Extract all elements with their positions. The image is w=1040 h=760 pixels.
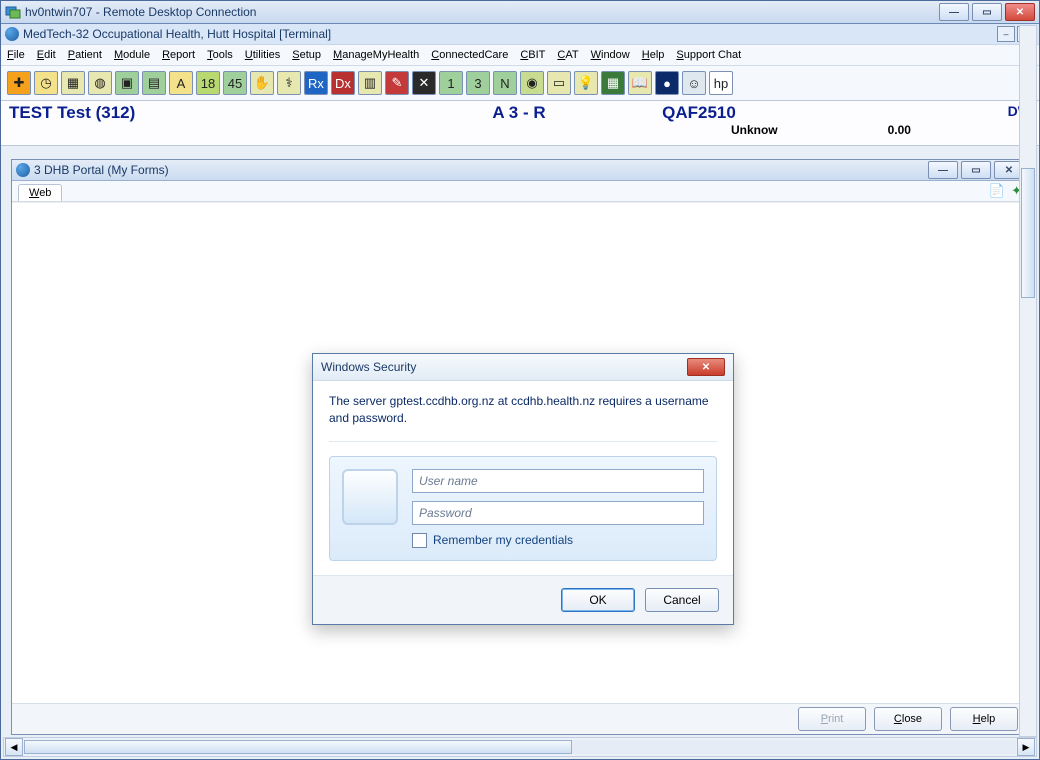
- menu-module[interactable]: Module: [114, 49, 150, 61]
- portal-footer: Print Close Help: [12, 703, 1028, 734]
- menu-tools[interactable]: Tools: [207, 49, 233, 61]
- app-title-text: MedTech-32 Occupational Health, Hutt Hos…: [23, 27, 995, 41]
- menu-edit[interactable]: Edit: [37, 49, 56, 61]
- toolbar: ✚◷▦◍▣▤A1845✋⚕RxDx▥✎✕13N◉▭💡▦📖●☺hp: [1, 66, 1039, 101]
- menubar: File Edit Patient Module Report Tools Utilitie…: [1, 45, 1039, 66]
- book-icon[interactable]: 📖: [628, 71, 652, 95]
- hp-icon[interactable]: hp: [709, 71, 733, 95]
- dialog-close-button[interactable]: ✕: [687, 358, 725, 376]
- dx-icon[interactable]: Dx: [331, 71, 355, 95]
- remember-label: Remember my credentials: [433, 533, 573, 547]
- dialog-body: The server gptest.ccdhb.org.nz at ccdhb.…: [313, 381, 733, 561]
- username-input[interactable]: User name: [412, 469, 704, 493]
- vertical-scrollbar[interactable]: [1019, 25, 1037, 737]
- pencil-icon[interactable]: ✎: [385, 71, 409, 95]
- portal-title-text: 3 DHB Portal (My Forms): [34, 163, 928, 177]
- password-input[interactable]: Password: [412, 501, 704, 525]
- banner-unknown: Unknow: [731, 123, 778, 137]
- portal-tabbar: Web 📄 ✦: [12, 181, 1028, 202]
- portal-maximize-button[interactable]: ▭: [961, 161, 991, 179]
- avatar-icon: [342, 469, 398, 525]
- app-titlebar: MedTech-32 Occupational Health, Hutt Hos…: [1, 24, 1039, 45]
- calc-icon[interactable]: ▦: [601, 71, 625, 95]
- menu-setup[interactable]: Setup: [292, 49, 321, 61]
- menu-utilities[interactable]: Utilities: [245, 49, 280, 61]
- tab-web[interactable]: Web: [18, 184, 62, 201]
- footer-close-button[interactable]: Close: [874, 707, 942, 731]
- clock-icon[interactable]: ◷: [34, 71, 58, 95]
- menu-connectedcare[interactable]: ConnectedCare: [431, 49, 508, 61]
- fortyfive-icon[interactable]: 45: [223, 71, 247, 95]
- three-icon[interactable]: 3: [466, 71, 490, 95]
- scroll-right-icon[interactable]: ▶: [1017, 738, 1035, 756]
- menu-cbit[interactable]: CBIT: [520, 49, 545, 61]
- rdc-icon: [5, 4, 21, 20]
- print-button[interactable]: Print: [798, 707, 866, 731]
- portal-subwindow: 3 DHB Portal (My Forms) — ▭ ✕ Web 📄 ✦ Wi…: [11, 159, 1029, 735]
- chart-icon[interactable]: ▥: [358, 71, 382, 95]
- rdc-title-text: hv0ntwin707 - Remote Desktop Connection: [25, 5, 939, 19]
- minimize-button[interactable]: —: [939, 3, 969, 21]
- folder1-icon[interactable]: ▣: [115, 71, 139, 95]
- app-icon: [5, 27, 19, 41]
- rdc-window: hv0ntwin707 - Remote Desktop Connection …: [0, 0, 1040, 760]
- bulb-icon[interactable]: 💡: [574, 71, 598, 95]
- portal-icon: [16, 163, 30, 177]
- gauge-icon[interactable]: ◉: [520, 71, 544, 95]
- hand-icon[interactable]: ✋: [250, 71, 274, 95]
- banner-subrow: Unknow 0.00 P: [731, 123, 1029, 137]
- menu-cat[interactable]: CAT: [557, 49, 578, 61]
- scroll-left-icon[interactable]: ◀: [5, 738, 23, 756]
- a18-icon[interactable]: 18: [196, 71, 220, 95]
- dialog-message: The server gptest.ccdhb.org.nz at ccdhb.…: [329, 393, 717, 427]
- cancel-button[interactable]: Cancel: [645, 588, 719, 612]
- dialog-title-text: Windows Security: [321, 360, 416, 374]
- credentials-box: User name Password Remember my credentia…: [329, 456, 717, 561]
- page-icon[interactable]: 📄: [989, 183, 1005, 199]
- menu-file[interactable]: File: [7, 49, 25, 61]
- remember-checkbox[interactable]: [412, 533, 427, 548]
- dialog-footer: OK Cancel: [313, 575, 733, 624]
- new-icon[interactable]: N: [493, 71, 517, 95]
- portal-body: Windows Security ✕ The server gptest.ccd…: [12, 202, 1028, 703]
- maximize-button[interactable]: ▭: [972, 3, 1002, 21]
- dialog-titlebar: Windows Security ✕: [313, 354, 733, 381]
- folder2-icon[interactable]: ▤: [142, 71, 166, 95]
- remember-row: Remember my credentials: [412, 533, 704, 548]
- menu-managemyhealth[interactable]: ManageMyHealth: [333, 49, 419, 61]
- person-icon[interactable]: ☺: [682, 71, 706, 95]
- syringe-icon[interactable]: ⚕: [277, 71, 301, 95]
- calendar-icon[interactable]: ▦: [61, 71, 85, 95]
- horizontal-scrollbar[interactable]: ◀ ▶: [3, 737, 1037, 757]
- patient-code: QAF2510: [609, 103, 789, 123]
- globe-icon[interactable]: ●: [655, 71, 679, 95]
- menu-help[interactable]: Help: [642, 49, 665, 61]
- close-button[interactable]: ✕: [1005, 3, 1035, 21]
- menu-patient[interactable]: Patient: [68, 49, 102, 61]
- patient-name: TEST Test (312): [9, 103, 429, 123]
- banner-right: DW: [789, 103, 1031, 119]
- menu-window[interactable]: Window: [591, 49, 630, 61]
- rugby-icon[interactable]: ◍: [88, 71, 112, 95]
- portal-titlebar: 3 DHB Portal (My Forms) — ▭ ✕: [12, 160, 1028, 181]
- health-icon[interactable]: ✚: [7, 71, 31, 95]
- patient-room: A 3 - R: [429, 103, 609, 123]
- windows-security-dialog: Windows Security ✕ The server gptest.ccd…: [312, 353, 734, 625]
- one-icon[interactable]: 1: [439, 71, 463, 95]
- window-icon[interactable]: ▭: [547, 71, 571, 95]
- acc-icon[interactable]: A: [169, 71, 193, 95]
- menu-support chat[interactable]: Support Chat: [676, 49, 741, 61]
- menu-report[interactable]: Report: [162, 49, 195, 61]
- rdc-window-controls: — ▭ ✕: [939, 3, 1035, 21]
- tools-icon[interactable]: ✕: [412, 71, 436, 95]
- rdc-titlebar: hv0ntwin707 - Remote Desktop Connection …: [1, 1, 1039, 24]
- ok-button[interactable]: OK: [561, 588, 635, 612]
- help-button[interactable]: Help: [950, 707, 1018, 731]
- scroll-thumb[interactable]: [24, 740, 572, 754]
- banner-balance: 0.00: [888, 123, 911, 137]
- portal-minimize-button[interactable]: —: [928, 161, 958, 179]
- rx-icon[interactable]: Rx: [304, 71, 328, 95]
- app-minimize-button[interactable]: –: [997, 26, 1015, 42]
